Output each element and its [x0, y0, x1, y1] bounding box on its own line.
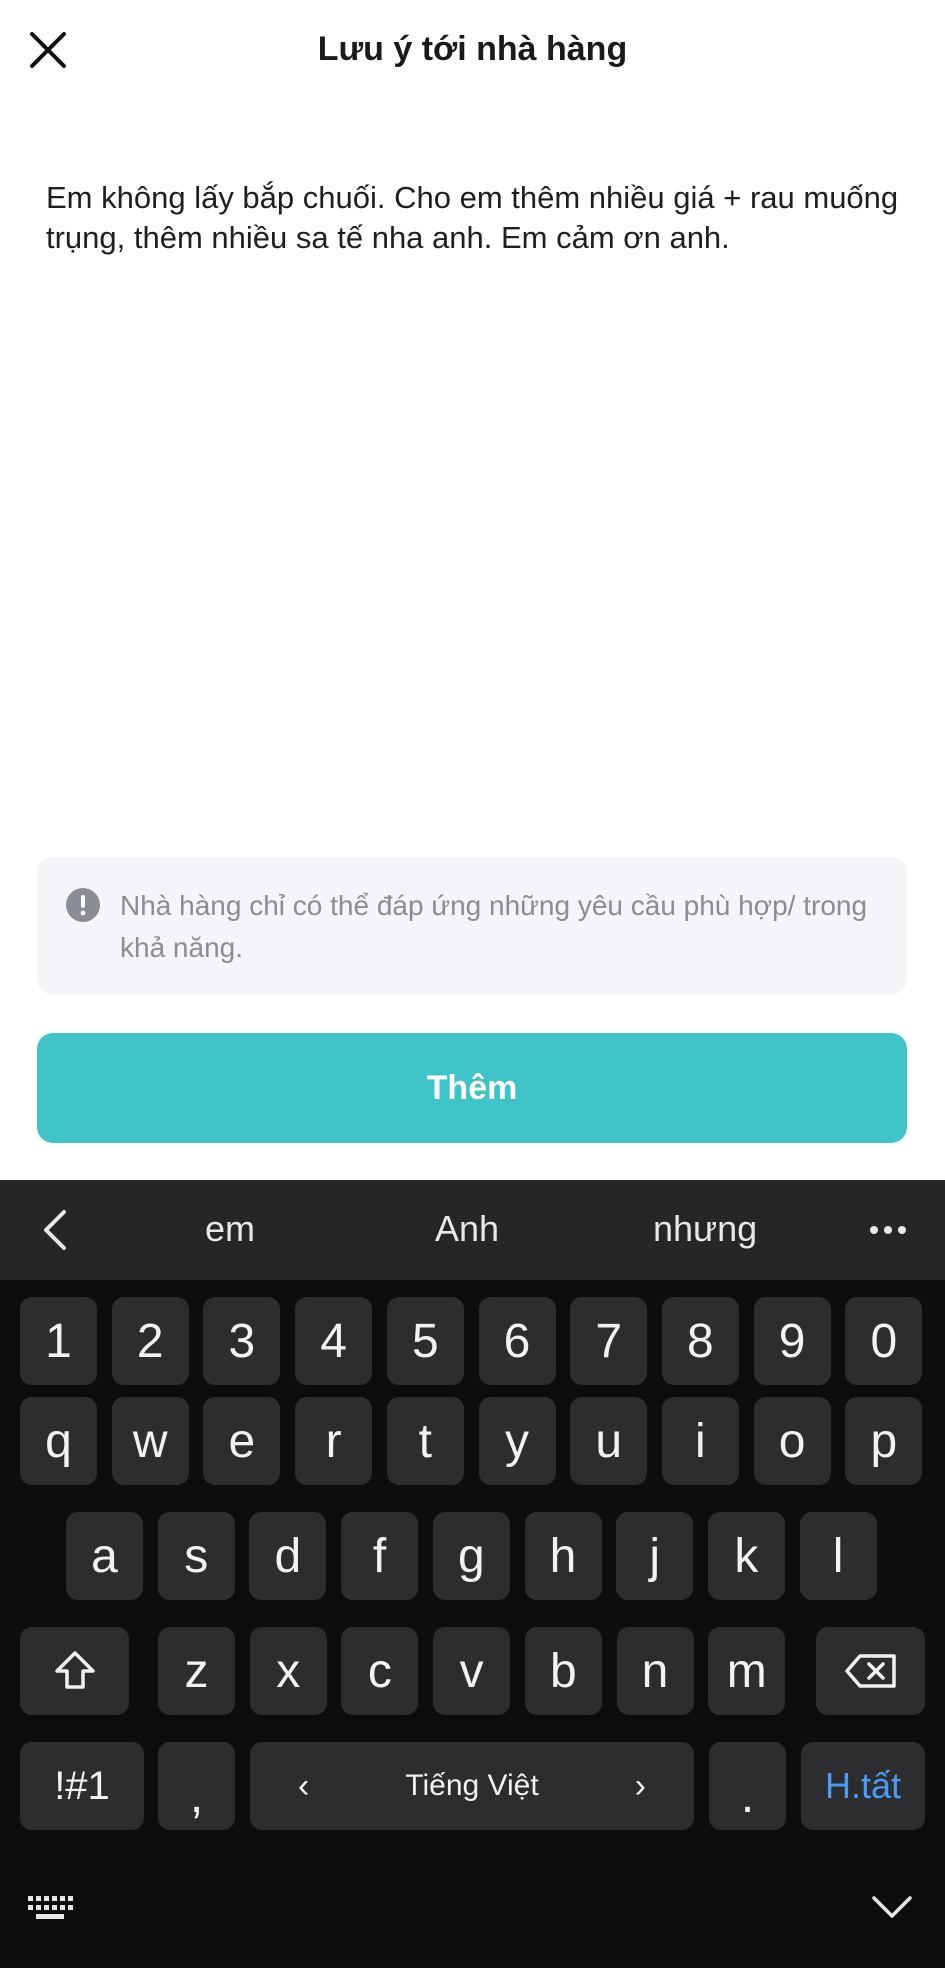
- chevron-left-icon[interactable]: [36, 1208, 76, 1252]
- letter-key-r[interactable]: r: [295, 1397, 373, 1485]
- space-key-label: Tiếng Việt: [405, 1769, 539, 1802]
- letter-key-k[interactable]: k: [707, 1512, 785, 1600]
- shift-key[interactable]: [20, 1627, 129, 1715]
- letter-key-f[interactable]: f: [341, 1512, 419, 1600]
- note-textarea[interactable]: Em không lấy bắp chuối. Cho em thêm nhiề…: [46, 178, 906, 838]
- info-message: Nhà hàng chỉ có thể đáp ứng những yêu cầ…: [120, 890, 868, 963]
- suggestion-item[interactable]: nhưng: [653, 1208, 757, 1250]
- number-key-4[interactable]: 4: [295, 1297, 373, 1385]
- letter-key-e[interactable]: e: [203, 1397, 281, 1485]
- letter-key-h[interactable]: h: [524, 1512, 602, 1600]
- letter-key-c[interactable]: c: [341, 1627, 419, 1715]
- letter-key-g[interactable]: g: [432, 1512, 510, 1600]
- letter-key-x[interactable]: x: [249, 1627, 327, 1715]
- chevron-down-icon[interactable]: [870, 1892, 914, 1922]
- period-key[interactable]: .: [709, 1742, 786, 1830]
- letter-key-i[interactable]: i: [661, 1397, 739, 1485]
- suggestion-item[interactable]: em: [205, 1208, 255, 1250]
- letter-key-y[interactable]: y: [478, 1397, 556, 1485]
- more-icon[interactable]: [868, 1210, 908, 1250]
- header: Lưu ý tới nhà hàng: [0, 0, 945, 108]
- space-key[interactable]: ‹ Tiếng Việt ›: [250, 1742, 694, 1830]
- letter-key-t[interactable]: t: [386, 1397, 464, 1485]
- letter-key-o[interactable]: o: [753, 1397, 831, 1485]
- letter-key-m[interactable]: m: [708, 1627, 786, 1715]
- backspace-icon: [844, 1654, 896, 1688]
- done-key[interactable]: H.tất: [801, 1742, 925, 1830]
- letter-key-b[interactable]: b: [524, 1627, 602, 1715]
- letter-key-d[interactable]: d: [249, 1512, 327, 1600]
- letter-key-s[interactable]: s: [157, 1512, 235, 1600]
- letter-key-p[interactable]: p: [845, 1397, 923, 1485]
- symbols-key[interactable]: !#1: [20, 1742, 144, 1830]
- space-left-arrow: ‹: [298, 1766, 310, 1805]
- suggestion-bar: em Anh nhưng: [0, 1180, 945, 1280]
- add-button[interactable]: Thêm: [37, 1033, 907, 1143]
- number-key-0[interactable]: 0: [845, 1297, 923, 1385]
- comma-key[interactable]: ,: [158, 1742, 235, 1830]
- keyboard-icon[interactable]: [26, 1892, 74, 1924]
- letter-key-l[interactable]: l: [799, 1512, 877, 1600]
- space-right-arrow: ›: [634, 1766, 646, 1805]
- number-key-7[interactable]: 7: [570, 1297, 648, 1385]
- number-key-8[interactable]: 8: [661, 1297, 739, 1385]
- letter-key-u[interactable]: u: [570, 1397, 648, 1485]
- keyboard: em Anh nhưng 1234567890 qwertyuiop asdfghj…: [0, 1180, 945, 1968]
- number-key-3[interactable]: 3: [203, 1297, 281, 1385]
- letter-key-n[interactable]: n: [616, 1627, 694, 1715]
- number-key-1[interactable]: 1: [20, 1297, 97, 1385]
- info-box: Nhà hàng chỉ có thể đáp ứng những yêu cầ…: [37, 857, 907, 995]
- backspace-key[interactable]: [816, 1627, 925, 1715]
- number-key-9[interactable]: 9: [753, 1297, 831, 1385]
- number-key-2[interactable]: 2: [111, 1297, 189, 1385]
- number-key-5[interactable]: 5: [386, 1297, 464, 1385]
- letter-key-v[interactable]: v: [433, 1627, 511, 1715]
- letter-key-w[interactable]: w: [111, 1397, 189, 1485]
- shift-icon: [54, 1651, 95, 1689]
- exclamation-circle-icon: [66, 888, 100, 922]
- page-title: Lưu ý tới nhà hàng: [317, 30, 628, 68]
- letter-key-j[interactable]: j: [616, 1512, 694, 1600]
- letter-key-z[interactable]: z: [158, 1627, 235, 1715]
- letter-key-q[interactable]: q: [20, 1397, 97, 1485]
- number-key-6[interactable]: 6: [478, 1297, 556, 1385]
- suggestion-item[interactable]: Anh: [435, 1208, 499, 1250]
- letter-key-a[interactable]: a: [66, 1512, 143, 1600]
